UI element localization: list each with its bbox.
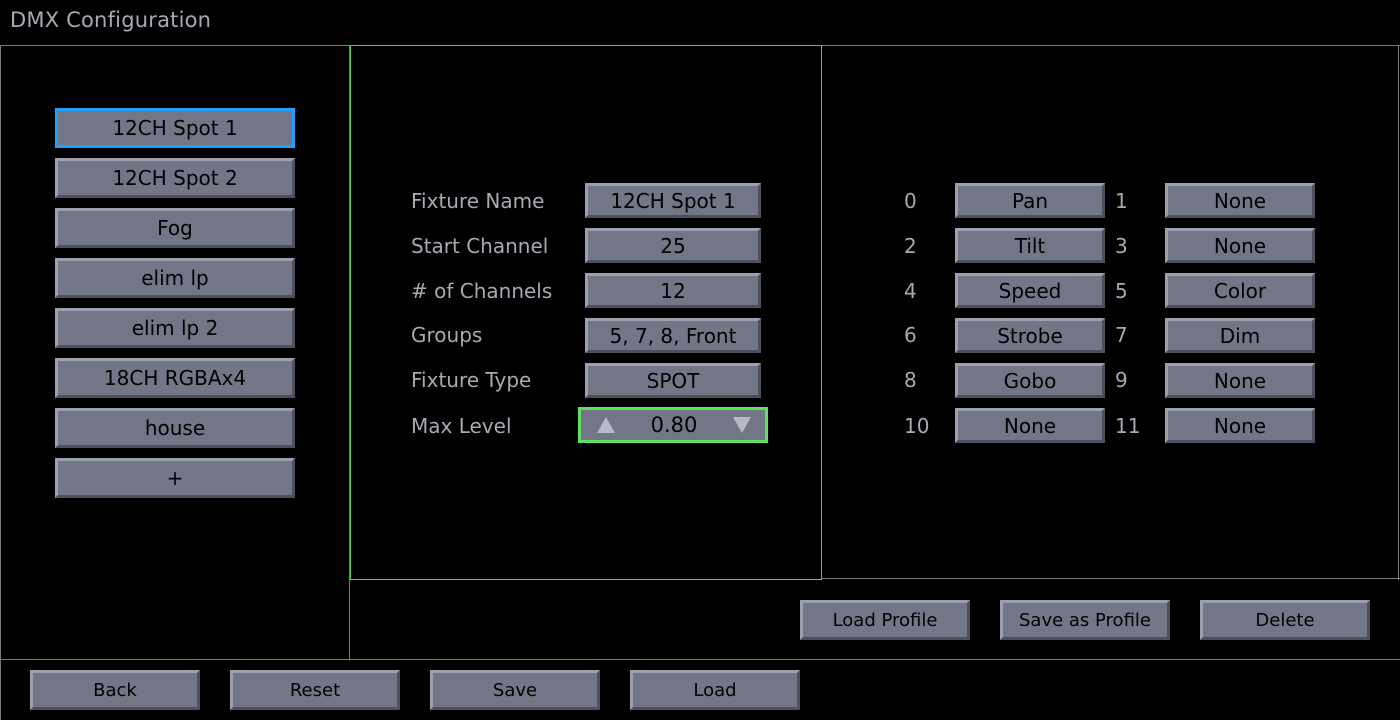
channel-number: 11	[1115, 414, 1141, 438]
start-channel-field[interactable]: 25	[585, 228, 761, 263]
add-fixture-button[interactable]: +	[55, 458, 295, 498]
footer-divider	[0, 659, 1400, 660]
load-profile-button[interactable]: Load Profile	[800, 600, 970, 640]
increment-arrow-icon[interactable]	[597, 417, 615, 433]
decrement-arrow-icon[interactable]	[732, 417, 751, 433]
fixture-item-18ch-rgbax4[interactable]: 18CH RGBAx4	[55, 358, 295, 398]
max-level-label: Max Level	[411, 414, 512, 438]
fixture-detail-panel	[350, 45, 822, 580]
channel-function-button[interactable]: Tilt	[955, 228, 1105, 263]
channel-number: 5	[1115, 279, 1128, 303]
channel-number: 1	[1115, 189, 1128, 213]
channel-function-button[interactable]: Speed	[955, 273, 1105, 308]
channel-function-button[interactable]: Pan	[955, 183, 1105, 218]
right-frame-edge	[1398, 45, 1399, 580]
channel-function-button[interactable]: None	[1165, 408, 1315, 443]
fixture-item-elim-lp[interactable]: elim lp	[55, 258, 295, 298]
fixture-type-field[interactable]: SPOT	[585, 363, 761, 398]
start-channel-label: Start Channel	[411, 234, 549, 258]
channel-number: 3	[1115, 234, 1128, 258]
channel-function-button[interactable]: Gobo	[955, 363, 1105, 398]
groups-label: Groups	[411, 323, 483, 347]
channel-function-button[interactable]: Dim	[1165, 318, 1315, 353]
channel-number: 9	[1115, 368, 1128, 392]
channel-number: 2	[904, 234, 917, 258]
fixture-name-label: Fixture Name	[411, 189, 545, 213]
fixture-item-fog[interactable]: Fog	[55, 208, 295, 248]
fixture-item-house[interactable]: house	[55, 408, 295, 448]
fixture-item-elim-lp-2[interactable]: elim lp 2	[55, 308, 295, 348]
channel-number: 7	[1115, 323, 1128, 347]
fixture-type-label: Fixture Type	[411, 368, 532, 392]
channels-panel-bottom	[822, 578, 1400, 579]
fixture-item-12ch-spot-1[interactable]: 12CH Spot 1	[55, 108, 295, 148]
channel-number: 8	[904, 368, 917, 392]
max-level-value: 0.80	[650, 413, 698, 437]
back-button[interactable]: Back	[30, 670, 200, 710]
left-frame-edge	[0, 45, 1, 720]
fixture-name-field[interactable]: 12CH Spot 1	[585, 183, 761, 218]
window-title: DMX Configuration	[10, 8, 212, 32]
reset-button[interactable]: Reset	[230, 670, 400, 710]
load-button[interactable]: Load	[630, 670, 800, 710]
channel-number: 0	[904, 189, 917, 213]
save-as-profile-button[interactable]: Save as Profile	[1000, 600, 1170, 640]
num-channels-field[interactable]: 12	[585, 273, 761, 308]
channel-number: 4	[904, 279, 917, 303]
groups-field[interactable]: 5, 7, 8, Front	[585, 318, 761, 353]
channel-number: 6	[904, 323, 917, 347]
save-button[interactable]: Save	[430, 670, 600, 710]
channel-number: 10	[904, 414, 930, 438]
channel-function-button[interactable]: None	[1165, 228, 1315, 263]
channel-function-button[interactable]: None	[1165, 183, 1315, 218]
channel-function-button[interactable]: None	[955, 408, 1105, 443]
fixture-item-12ch-spot-2[interactable]: 12CH Spot 2	[55, 158, 295, 198]
num-channels-label: # of Channels	[411, 279, 553, 303]
channel-function-button[interactable]: None	[1165, 363, 1315, 398]
delete-button[interactable]: Delete	[1200, 600, 1370, 640]
channel-function-button[interactable]: Color	[1165, 273, 1315, 308]
max-level-stepper[interactable]: 0.80	[578, 407, 768, 443]
channel-function-button[interactable]: Strobe	[955, 318, 1105, 353]
